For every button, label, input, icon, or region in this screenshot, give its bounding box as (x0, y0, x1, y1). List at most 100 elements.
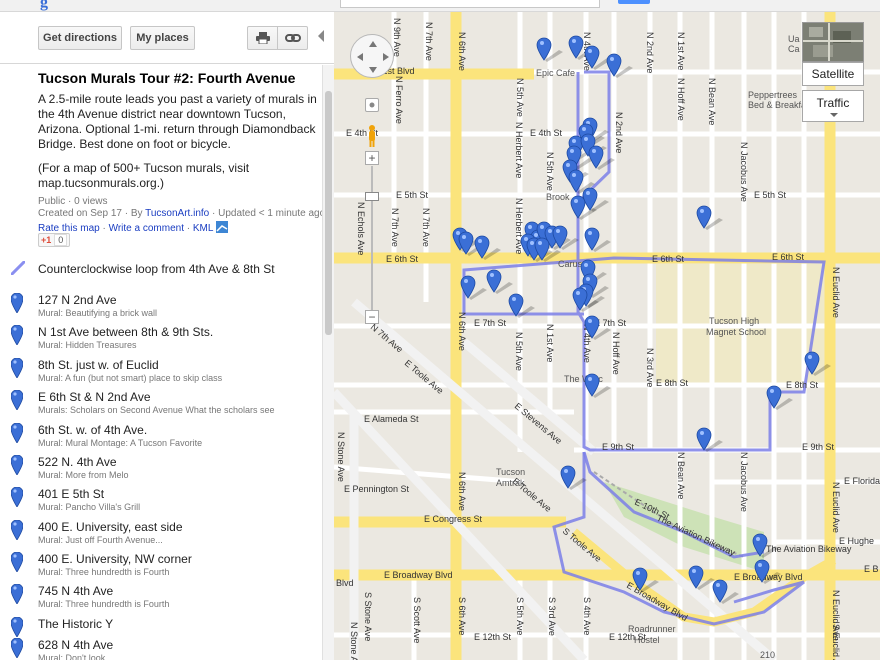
blue-pin-icon (11, 617, 23, 637)
street-label: N Stone Ave (349, 622, 359, 660)
traffic-button[interactable]: Traffic (802, 90, 864, 122)
left-panel: Get directions My places Tucson Murals T… (0, 12, 334, 660)
poi-label: Amtrak (496, 478, 525, 488)
list-item-subtitle: Mural: Hidden Treasures (38, 340, 137, 350)
street-label: E Alameda St (364, 414, 419, 424)
list-item[interactable]: 745 N 4th Ave Mural: Three hundredth is F… (0, 583, 320, 615)
list-item-title: 400 E. University, east side (38, 520, 183, 534)
poi-label: Hostel (634, 635, 660, 645)
list-item-title: 6th St. w. of 4th Ave. (38, 423, 148, 437)
map-title: Tucson Murals Tour #2: Fourth Avenue (38, 70, 296, 86)
list-item[interactable]: 401 E 5th St Mural: Pancho Villa's Grill (0, 486, 320, 518)
zoom-control: + − (365, 96, 379, 328)
poi-label: Roadrunner (628, 624, 676, 634)
street-label: N 6th Ave (457, 312, 467, 351)
map-description: A 2.5-mile route leads you past a variet… (38, 92, 317, 151)
street-label: N 7th Ave (424, 22, 434, 61)
street-label: N Jacobus Ave (739, 452, 749, 512)
link-button[interactable] (277, 26, 308, 50)
list-item[interactable]: 127 N 2nd Ave Mural: Beautifying a brick … (0, 292, 320, 324)
panel-scrollbar[interactable] (322, 65, 334, 660)
write-comment-link[interactable]: Write a comment (109, 223, 184, 234)
street-label: E 9th St (602, 442, 635, 452)
street-label: N 1st Ave (545, 324, 555, 362)
satellite-thumbnail[interactable] (802, 22, 864, 62)
zoom-in-button[interactable]: + (365, 151, 379, 165)
chevron-down-icon (830, 113, 838, 117)
poi-label: Tucson (496, 467, 525, 477)
plus-one-button[interactable]: +1 0 (38, 233, 71, 247)
blue-pin-icon (11, 455, 23, 475)
zoom-out-button[interactable]: − (365, 310, 379, 324)
blue-pin-icon (11, 520, 23, 540)
top-bar-fragment: g (0, 0, 880, 12)
street-label: S 3rd Ave (547, 597, 557, 636)
list-item[interactable]: N 1st Ave between 8th & 9th Sts. Mural: H… (0, 324, 320, 356)
poi-label: Brook (546, 192, 570, 202)
street-label: E Florida (844, 476, 880, 486)
list-item[interactable]: E 6th St & N 2nd Ave Murals: Scholars on … (0, 389, 320, 421)
street-label: E 12th St (474, 632, 512, 642)
map-canvas[interactable]: E 1st Blvd E 4th St E 4th St E 5th St E … (334, 12, 880, 660)
list-item[interactable]: 400 E. University, NW corner Mural: Three… (0, 551, 320, 583)
poi-label: Epic Cafe (536, 68, 575, 78)
zoom-slider-track[interactable] (371, 166, 373, 310)
satellite-button[interactable]: Satellite (802, 62, 864, 86)
list-item-subtitle: Mural: Pancho Villa's Grill (38, 502, 141, 512)
street-label: N 5th Ave (514, 332, 524, 371)
list-item-subtitle: Mural: Three hundredth is Fourth (38, 567, 170, 577)
list-item-subtitle: Murals: Scholars on Second Avenue What t… (38, 405, 275, 415)
list-item-title: 522 N. 4th Ave (38, 455, 117, 469)
street-label: N Ferro Ave (394, 76, 404, 124)
street-label: S Scott Ave (412, 597, 422, 643)
author-link[interactable]: TucsonArt.info (145, 208, 209, 219)
print-button[interactable] (247, 26, 278, 50)
get-directions-button[interactable]: Get directions (38, 26, 122, 50)
printer-icon (255, 32, 270, 44)
google-earth-icon[interactable] (215, 221, 228, 233)
street-label: S 5th Ave (515, 597, 525, 635)
list-item[interactable]: 400 E. University, east side Mural: Just … (0, 519, 320, 551)
list-item-subtitle: Mural: Three hundredth is Fourth (38, 599, 170, 609)
street-label: E 6th St (386, 254, 419, 264)
street-label: E 6th St (772, 252, 805, 262)
route-list-item[interactable]: Counterclockwise loop from 4th Ave & 8th… (0, 260, 320, 278)
list-item-subtitle: Mural: A fun (but not smart) place to sk… (38, 373, 223, 383)
list-item[interactable]: 6th St. w. of 4th Ave. Mural: Mural Monta… (0, 422, 320, 454)
street-label: N 6th Ave (457, 472, 467, 511)
street-label: E 4th St (530, 128, 563, 138)
street-label: N Euclid Ave (831, 267, 841, 318)
visibility-text: Public (38, 196, 66, 207)
list-item-title: 127 N 2nd Ave (38, 293, 117, 307)
zoom-slider-handle[interactable] (365, 192, 379, 201)
pan-control[interactable] (350, 34, 394, 78)
link-icon (284, 34, 301, 42)
list-item[interactable]: 628 N 4th Ave Mural: Don't look (0, 637, 320, 660)
search-box-fragment[interactable] (340, 0, 600, 8)
blue-pin-icon (11, 423, 23, 443)
street-label: E Broadway Blvd (384, 570, 453, 580)
list-item[interactable]: 8th St. just w. of Euclid Mural: A fun (b… (0, 357, 320, 389)
kml-link[interactable]: KML (193, 223, 213, 234)
list-item-subtitle: Mural: Mural Montage: A Tucson Favorite (38, 438, 203, 448)
collapse-panel-icon[interactable] (318, 30, 324, 42)
search-button-fragment[interactable] (618, 0, 650, 4)
line-icon (11, 261, 25, 275)
street-label: N Stone Ave (336, 432, 346, 482)
views-count: 0 views (74, 196, 108, 207)
list-item-title: 8th St. just w. of Euclid (38, 358, 159, 372)
street-label: N 5th Ave (545, 152, 555, 191)
blue-pin-icon (11, 325, 23, 345)
list-item[interactable]: 522 N. 4th Ave Mural: More from Melo (0, 454, 320, 486)
list-item-title: 745 N 4th Ave (38, 584, 114, 598)
list-item-subtitle: Mural: Don't look (38, 653, 106, 660)
poi-label: Ua (788, 34, 800, 44)
street-label: E 8th St (786, 380, 819, 390)
scrollbar-thumb[interactable] (325, 91, 332, 335)
created-text: Created on Sep 17 (38, 208, 122, 219)
street-label: N 1st Ave (676, 32, 686, 70)
street-label: N Euclid Ave (831, 482, 841, 533)
my-places-button[interactable]: My places (130, 26, 195, 50)
street-label: S Euclid Ave (831, 624, 841, 660)
street-label: E Pennington St (344, 484, 410, 494)
